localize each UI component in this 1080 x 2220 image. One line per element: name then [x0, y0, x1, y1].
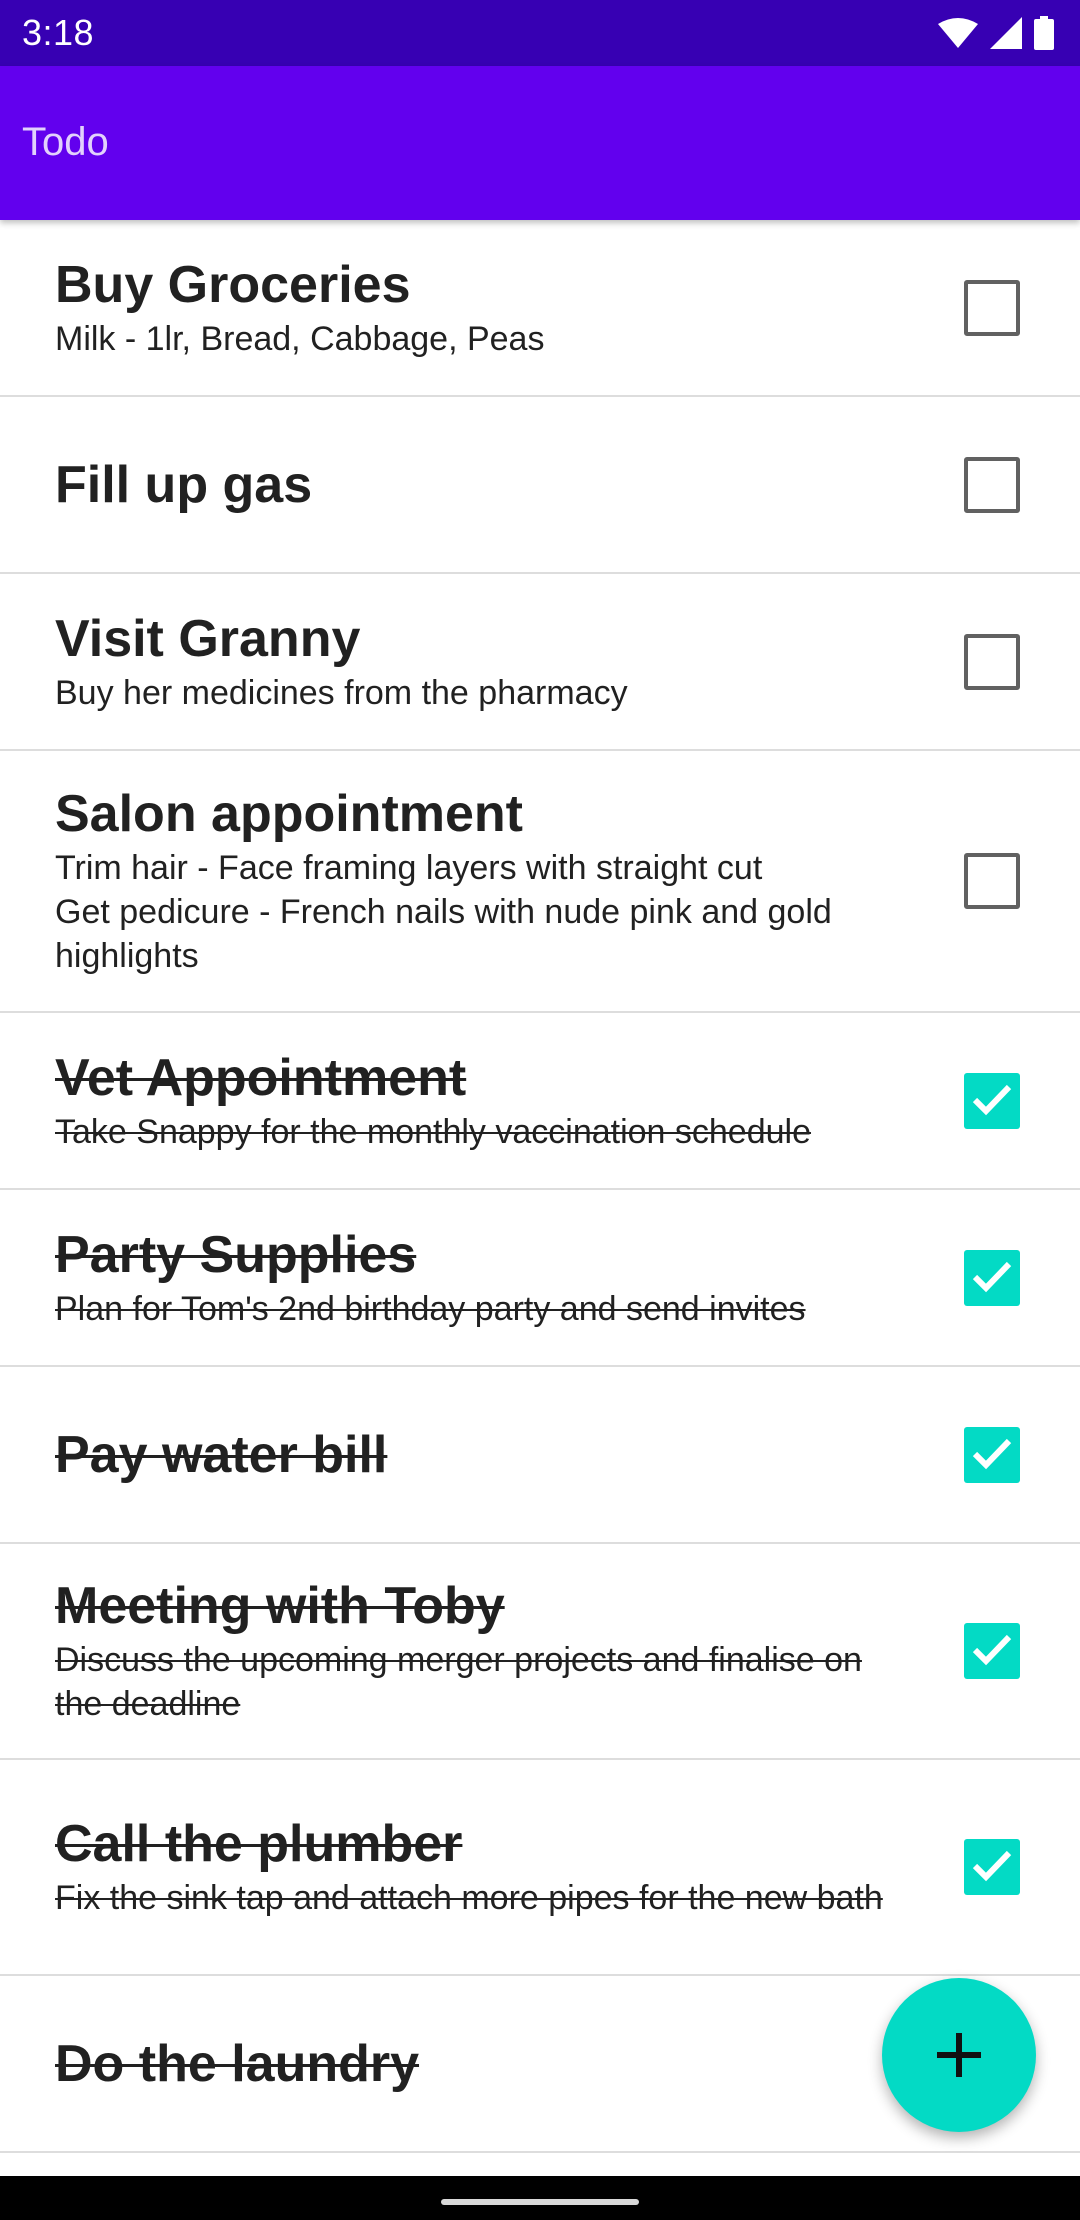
todo-list[interactable]: Buy Groceries Milk - 1lr, Bread, Cabbage,…: [0, 220, 1080, 2176]
status-icons: [938, 16, 1054, 50]
todo-title: Pay water bill: [55, 1425, 388, 1484]
todo-item[interactable]: Meeting with Toby Discuss the upcoming me…: [0, 1544, 1080, 1760]
checkmark-icon: [972, 1634, 1012, 1666]
todo-item[interactable]: Buy Groceries Milk - 1lr, Bread, Cabbage,…: [0, 220, 1080, 397]
todo-title: Do the laundry: [55, 2034, 420, 2093]
checked-checkbox[interactable]: [964, 1249, 1020, 1306]
checkbox[interactable]: [964, 279, 1020, 336]
checkbox[interactable]: [964, 633, 1020, 690]
app-title: Todo: [22, 120, 109, 164]
todo-item[interactable]: Visit Granny Buy her medicines from the p…: [0, 574, 1080, 751]
checkbox[interactable]: [964, 853, 1020, 909]
todo-description: Fix the sink tap and attach more pipes f…: [55, 1879, 883, 1917]
todo-title: Visit Granny: [55, 609, 361, 668]
status-bar: 3:18: [0, 0, 1080, 66]
todo-title: Fill up gas: [55, 455, 313, 514]
todo-item[interactable]: Fill up gas: [0, 397, 1080, 574]
checked-checkbox[interactable]: [964, 1839, 1020, 1895]
checked-checkbox[interactable]: [964, 1072, 1020, 1129]
todo-title: Vet Appointment: [55, 1048, 467, 1107]
checkmark-icon: [972, 1084, 1012, 1115]
todo-description: Discuss the upcoming merger projects and…: [55, 1641, 862, 1723]
cellular-signal-icon: [990, 17, 1022, 49]
todo-title: Buy Groceries: [55, 255, 411, 314]
todo-description: Take Snappy for the monthly vaccination …: [55, 1112, 812, 1151]
add-todo-button[interactable]: [882, 1978, 1036, 2132]
add-icon: [937, 2033, 981, 2077]
checked-checkbox[interactable]: [964, 1426, 1020, 1483]
todo-title: Meeting with Toby: [55, 1577, 505, 1635]
home-gesture-handle[interactable]: [441, 2199, 639, 2205]
todo-title: Salon appointment: [55, 785, 523, 843]
checkmark-icon: [972, 1850, 1012, 1882]
checkmark-icon: [972, 1261, 1012, 1292]
todo-item[interactable]: Salon appointment Trim hair - Face framin…: [0, 751, 1080, 1013]
todo-item[interactable]: Call the plumber Fix the sink tap and att…: [0, 1760, 1080, 1976]
todo-item[interactable]: Vet Appointment Take Snappy for the month…: [0, 1013, 1080, 1190]
checked-checkbox[interactable]: [964, 1623, 1020, 1679]
todo-description: Trim hair - Face framing layers with str…: [55, 849, 832, 975]
todo-item[interactable]: Party Supplies Plan for Tom's 2nd birthda…: [0, 1190, 1080, 1367]
battery-icon: [1034, 16, 1054, 50]
checkbox[interactable]: [964, 456, 1020, 513]
todo-title: Call the plumber: [55, 1815, 463, 1873]
todo-description: Buy her medicines from the pharmacy: [55, 673, 628, 712]
todo-item[interactable]: Pay water bill: [0, 1367, 1080, 1544]
status-time: 3:18: [22, 12, 95, 53]
wifi-icon: [938, 18, 978, 48]
todo-description: Milk - 1lr, Bread, Cabbage, Peas: [55, 319, 545, 358]
todo-description: Plan for Tom's 2nd birthday party and se…: [55, 1289, 806, 1328]
checkmark-icon: [972, 1438, 1012, 1469]
todo-title: Party Supplies: [55, 1225, 417, 1284]
app-bar: Todo: [0, 66, 1080, 220]
navigation-bar: [0, 2176, 1080, 2220]
